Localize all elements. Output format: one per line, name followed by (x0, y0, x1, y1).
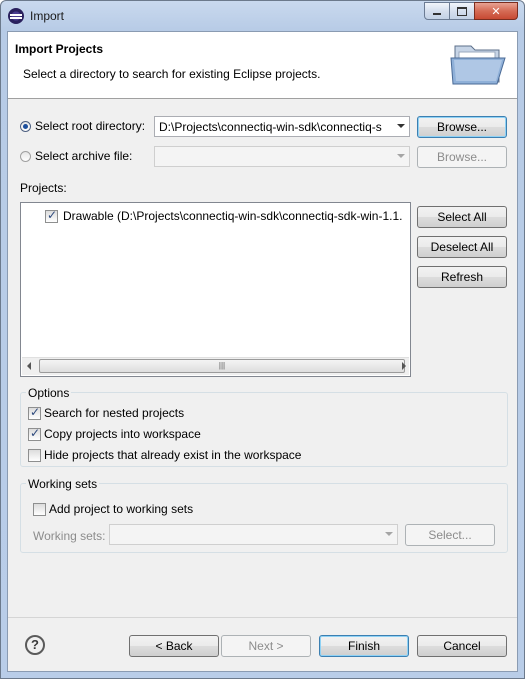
chevron-down-icon (385, 532, 393, 536)
close-button[interactable]: ✕ (474, 2, 518, 20)
list-item[interactable]: Drawable (D:\Projects\connectiq-win-sdk\… (41, 208, 411, 225)
window-title: Import (30, 9, 65, 23)
add-working-sets-label: Add project to working sets (49, 502, 194, 516)
title-bar[interactable]: Import ✕ (1, 1, 524, 31)
caption-buttons: ✕ (424, 2, 518, 20)
help-icon[interactable]: ? (25, 635, 45, 655)
root-directory-value: D:\Projects\connectiq-win-sdk\connectiq-… (159, 120, 382, 134)
eclipse-icon (8, 8, 24, 24)
chevron-down-icon (397, 124, 405, 128)
root-directory-label: Select root directory: (35, 119, 146, 133)
browse-archive-button[interactable]: Browse... (417, 146, 507, 168)
header-banner: Import Projects Select a directory to se… (8, 32, 517, 99)
back-button[interactable]: < Back (129, 635, 219, 657)
archive-file-radio[interactable] (20, 151, 31, 162)
minimize-button[interactable] (424, 2, 450, 20)
hide-existing-checkbox[interactable] (28, 449, 41, 462)
nested-projects-label: Search for nested projects (44, 406, 185, 420)
maximize-button[interactable] (449, 2, 475, 20)
select-working-sets-button[interactable]: Select... (405, 524, 495, 546)
archive-file-label: Select archive file: (35, 149, 133, 163)
working-sets-label: Working sets: (33, 529, 106, 543)
chevron-down-icon (397, 154, 405, 158)
import-dialog-window: Import ✕ Import Projects Select a direct… (0, 0, 525, 679)
deselect-all-button[interactable]: Deselect All (417, 236, 507, 258)
refresh-button[interactable]: Refresh (417, 266, 507, 288)
copy-projects-label: Copy projects into workspace (44, 427, 201, 441)
project-checkbox[interactable] (45, 208, 58, 223)
page-title: Import Projects (15, 42, 104, 56)
close-icon: ✕ (491, 5, 501, 18)
projects-list: Drawable (D:\Projects\connectiq-win-sdk\… (20, 202, 411, 377)
project-label: Drawable (D:\Projects\connectiq-win-sdk\… (63, 209, 403, 223)
scroll-thumb[interactable]: ||| (39, 359, 405, 373)
root-directory-radio[interactable] (20, 121, 31, 132)
scroll-left-icon[interactable] (27, 362, 31, 370)
options-title: Options (26, 386, 72, 400)
browse-directory-button[interactable]: Browse... (417, 116, 507, 138)
maximize-icon (457, 6, 467, 16)
open-folder-icon (450, 45, 506, 85)
select-all-button[interactable]: Select All (417, 206, 507, 228)
horizontal-scrollbar[interactable]: ||| (22, 357, 409, 375)
next-button[interactable]: Next > (221, 635, 311, 657)
dialog-client-area: Import Projects Select a directory to se… (7, 31, 518, 672)
working-sets-combo[interactable] (109, 524, 398, 545)
scroll-right-icon[interactable] (402, 362, 406, 370)
nested-projects-checkbox[interactable] (28, 405, 41, 420)
add-working-sets-checkbox[interactable] (33, 503, 46, 516)
root-directory-combo[interactable]: D:\Projects\connectiq-win-sdk\connectiq-… (154, 116, 410, 137)
copy-projects-checkbox[interactable] (28, 426, 41, 441)
working-sets-title: Working sets (26, 477, 100, 491)
hide-existing-label: Hide projects that already exist in the … (44, 448, 302, 462)
projects-label: Projects: (20, 181, 67, 195)
finish-button[interactable]: Finish (319, 635, 409, 657)
minimize-icon (433, 13, 441, 15)
cancel-button[interactable]: Cancel (417, 635, 507, 657)
page-description: Select a directory to search for existin… (23, 67, 321, 81)
footer-separator (8, 617, 517, 618)
archive-file-combo[interactable] (154, 146, 410, 167)
